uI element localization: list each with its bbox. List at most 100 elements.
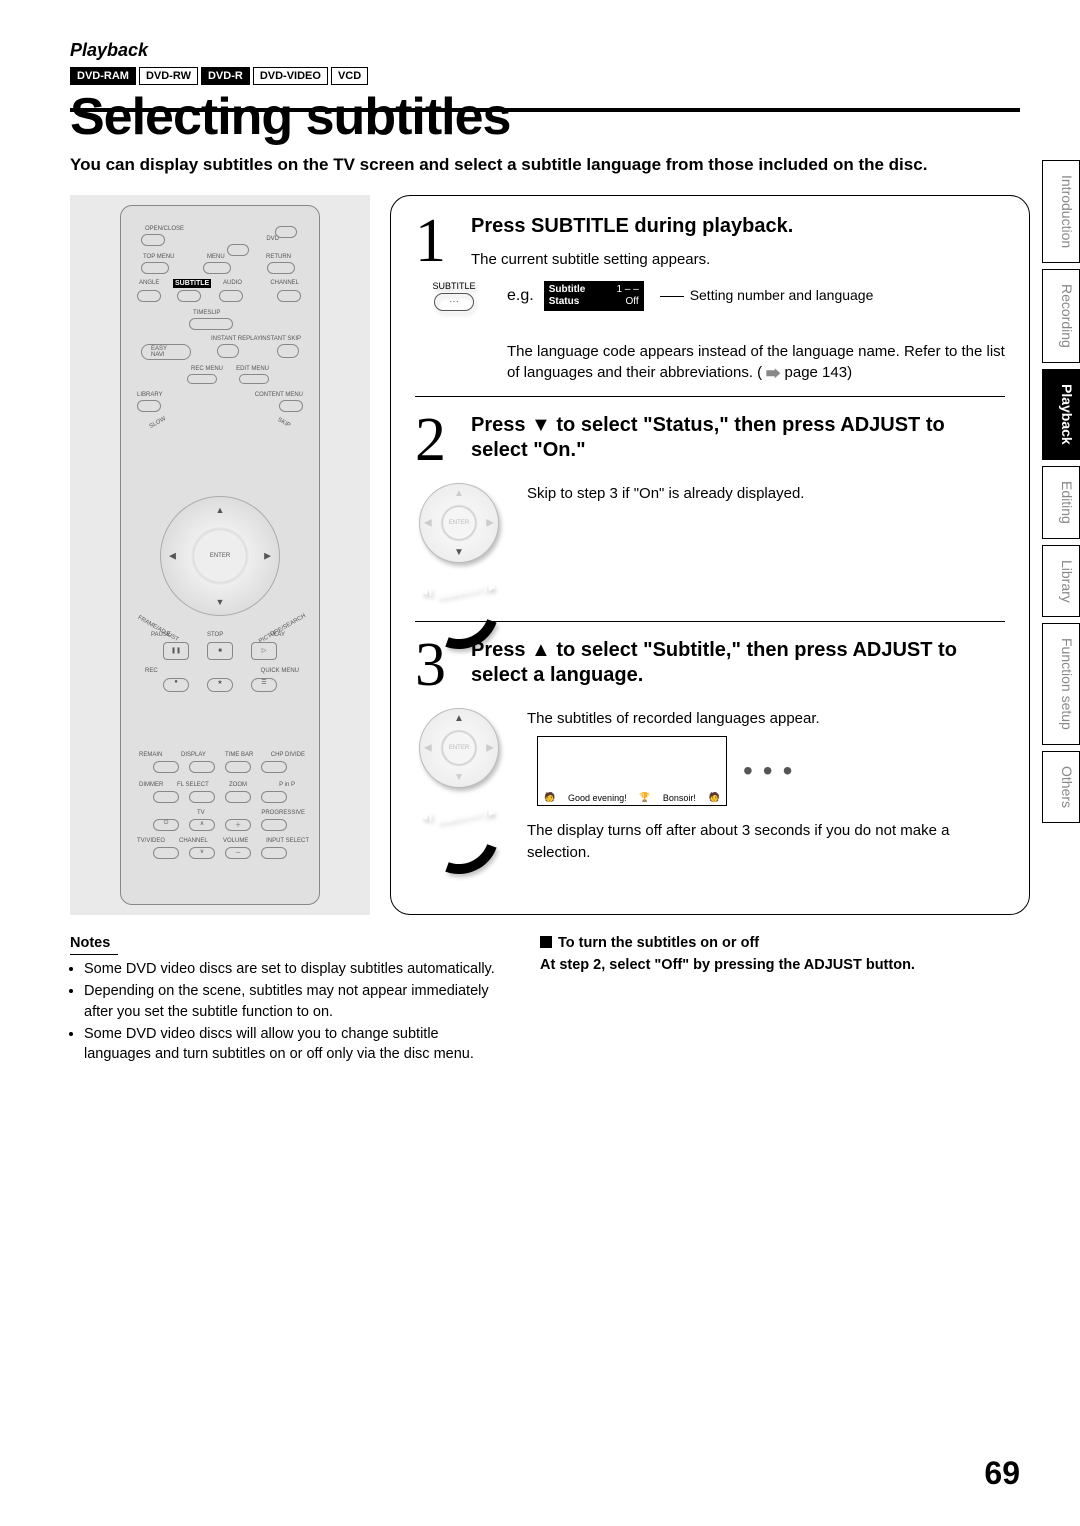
step-3: 3 Press ▲ to select "Subtitle," then pre… (415, 638, 1005, 698)
step-2: 2 Press ▼ to select "Status," then press… (415, 413, 1005, 473)
cartoon-figure: 🧑 Good evening! 🏆 Bonsoir! 🧑 (537, 736, 727, 806)
step-separator-1 (415, 396, 1005, 397)
format-badge: DVD-RW (139, 67, 198, 85)
remote-flselect-label: FL SELECT (177, 782, 209, 788)
remote-progressive-label: PROGRESSIVE (261, 810, 305, 816)
remote-pause-label: PAUSE (151, 632, 171, 638)
remote-control: OPEN/CLOSE DVD TOP MENU MENU RETURN ANGL… (120, 205, 320, 905)
section-label: Playback (70, 40, 1030, 61)
format-badge: DVD-VIDEO (253, 67, 328, 85)
step-1-body2: The language code appears instead of the… (507, 343, 1005, 382)
step-1-line1: The current subtitle setting appears. (471, 251, 710, 268)
remote-recmenu-label: REC MENU (191, 366, 223, 372)
remote-timeslip-label: TIMESLIP (193, 310, 220, 316)
step-3-illus: ▲ ▼ ◀ ▶ FRAME/ADJUST ◀❙ ❙▶ The subtitles… (419, 708, 1005, 863)
step-3-line1: The subtitles of recorded languages appe… (527, 708, 1005, 730)
remote-slow-label: SLOW (149, 416, 167, 430)
remote-dimmer-label: DIMMER (139, 782, 163, 788)
adjust-arc-icon: FRAME/ADJUST ◀❙ ❙▶ (419, 569, 499, 609)
dpad-icon-2: ▲ ▼ ◀ ▶ (419, 708, 499, 788)
page-ref-arrow-icon (766, 368, 780, 378)
osd-annot: Setting number and language (690, 287, 874, 303)
step-2-body: Skip to step 3 if "On" is already displa… (527, 483, 1005, 505)
page-number: 69 (984, 1455, 1020, 1492)
adjust-arc-label: FRAME/ADJUST (437, 586, 483, 601)
remote-editmenu-label: EDIT MENU (236, 366, 269, 372)
eg-label: e.g. (507, 287, 534, 305)
remote-zoom-label: ZOOM (229, 782, 247, 788)
remote-pinp-label: P in P (279, 782, 295, 788)
step-separator-2 (415, 621, 1005, 622)
remote-channel2-label: CHANNEL (179, 838, 208, 844)
osd-box: Subtitle 1 – – Status Off (544, 281, 644, 311)
remote-subtitle-highlight: SUBTITLE (173, 279, 211, 288)
note-item: Depending on the scene, subtitles may no… (84, 981, 500, 1022)
remote-picturesearch-label: PICTURE/SEARCH (258, 613, 307, 645)
osd-subtitle-label: Subtitle (549, 284, 586, 296)
remote-stop-label: STOP (207, 632, 223, 638)
remote-open-close-label: OPEN/CLOSE (145, 226, 184, 232)
square-bullet-icon (540, 936, 552, 948)
step-1-heading: Press SUBTITLE during playback. (471, 214, 1005, 239)
remote-enter-label: ENTER (210, 553, 230, 559)
osd-status-val: Off (626, 296, 639, 308)
side-tab-others[interactable]: Others (1042, 751, 1080, 823)
format-badge: DVD-R (201, 67, 250, 85)
format-badges: DVD-RAMDVD-RWDVD-RDVD-VIDEOVCD (70, 67, 1030, 85)
remote-panel: OPEN/CLOSE DVD TOP MENU MENU RETURN ANGL… (70, 195, 370, 915)
step-2-number: 2 (415, 413, 455, 473)
side-tab-library[interactable]: Library (1042, 545, 1080, 618)
remote-dpad: ENTER ▲ ▼ ◀ ▶ (160, 496, 280, 616)
notes-block: Notes Some DVD video discs are set to di… (70, 933, 500, 1067)
step-1-illus: SUBTITLE e.g. Subtitle 1 – – Status Off Se… (419, 281, 1005, 385)
note-item: Some DVD video discs will allow you to c… (84, 1024, 500, 1065)
side-tab-introduction[interactable]: Introduction (1042, 160, 1080, 263)
remote-display-label: DISPLAY (181, 752, 206, 758)
intro-text: You can display subtitles on the TV scre… (70, 153, 960, 177)
notes-heading: Notes (70, 933, 118, 955)
remote-rec-label: REC (145, 668, 158, 674)
cartoon-left-text: Good evening! (568, 793, 627, 803)
step-3-heading: Press ▲ to select "Subtitle," then press… (471, 638, 1005, 688)
side-tab-editing[interactable]: Editing (1042, 466, 1080, 539)
step-1-number: 1 (415, 214, 455, 271)
step-2-illus: ▲ ▼ ◀ ▶ FRAME/ADJUST ◀❙ ❙▶ Skip to step … (419, 483, 1005, 609)
remote-audio-label: AUDIO (223, 280, 242, 286)
adjust-arc-label-2: FRAME/ADJUST (437, 811, 483, 826)
page-title: Selecting subtitles (70, 91, 1030, 143)
format-badge: VCD (331, 67, 368, 85)
toggle-heading: To turn the subtitles on or off (558, 935, 759, 951)
side-tab-function-setup[interactable]: Function setup (1042, 623, 1080, 745)
remote-tv-label: TV (197, 810, 205, 816)
remote-return-label: RETURN (266, 254, 291, 260)
osd-subtitle-val: 1 – – (616, 284, 638, 296)
remote-quickmenu-label: QUICK MENU (261, 668, 299, 674)
subtitle-toggle-block: To turn the subtitles on or off At step … (540, 933, 1030, 1067)
step-2-heading: Press ▼ to select "Status," then press A… (471, 413, 1005, 463)
remote-menu-label: MENU (207, 254, 225, 260)
step-3-body2: The display turns off after about 3 seco… (527, 820, 1005, 864)
remote-channel-label: CHANNEL (270, 280, 299, 286)
remote-topmenu-label: TOP MENU (143, 254, 174, 260)
remote-play-label: PLAY (270, 632, 285, 638)
step-1: 1 Press SUBTITLE during playback. The cu… (415, 214, 1005, 271)
remote-remain-label: REMAIN (139, 752, 162, 758)
remote-inputselect-label: INPUT SELECT (266, 838, 309, 844)
dpad-icon: ▲ ▼ ◀ ▶ (419, 483, 499, 563)
remote-instantreplay-label: INSTANT REPLAY (211, 336, 261, 342)
osd-status-label: Status (549, 296, 580, 308)
note-item: Some DVD video discs are set to display … (84, 959, 500, 979)
remote-timebar-label: TIME BAR (225, 752, 253, 758)
remote-library-label: LIBRARY (137, 392, 163, 398)
remote-skip-label: SKIP (277, 417, 292, 429)
pill-icon (434, 293, 474, 311)
remote-contentmenu-label: CONTENT MENU (255, 392, 303, 398)
side-tab-playback[interactable]: Playback (1042, 369, 1080, 460)
side-tabs: Introduction Recording Playback Editing Libr… (1042, 160, 1080, 823)
side-tab-recording[interactable]: Recording (1042, 269, 1080, 363)
remote-chpdivide-label: CHP DIVIDE (271, 752, 305, 758)
notes-list: Some DVD video discs are set to display … (70, 959, 500, 1064)
remote-angle-label: ANGLE (139, 280, 159, 286)
remote-tvvideo-label: TV/VIDEO (137, 838, 165, 844)
subtitle-button-figure: SUBTITLE (419, 281, 489, 385)
